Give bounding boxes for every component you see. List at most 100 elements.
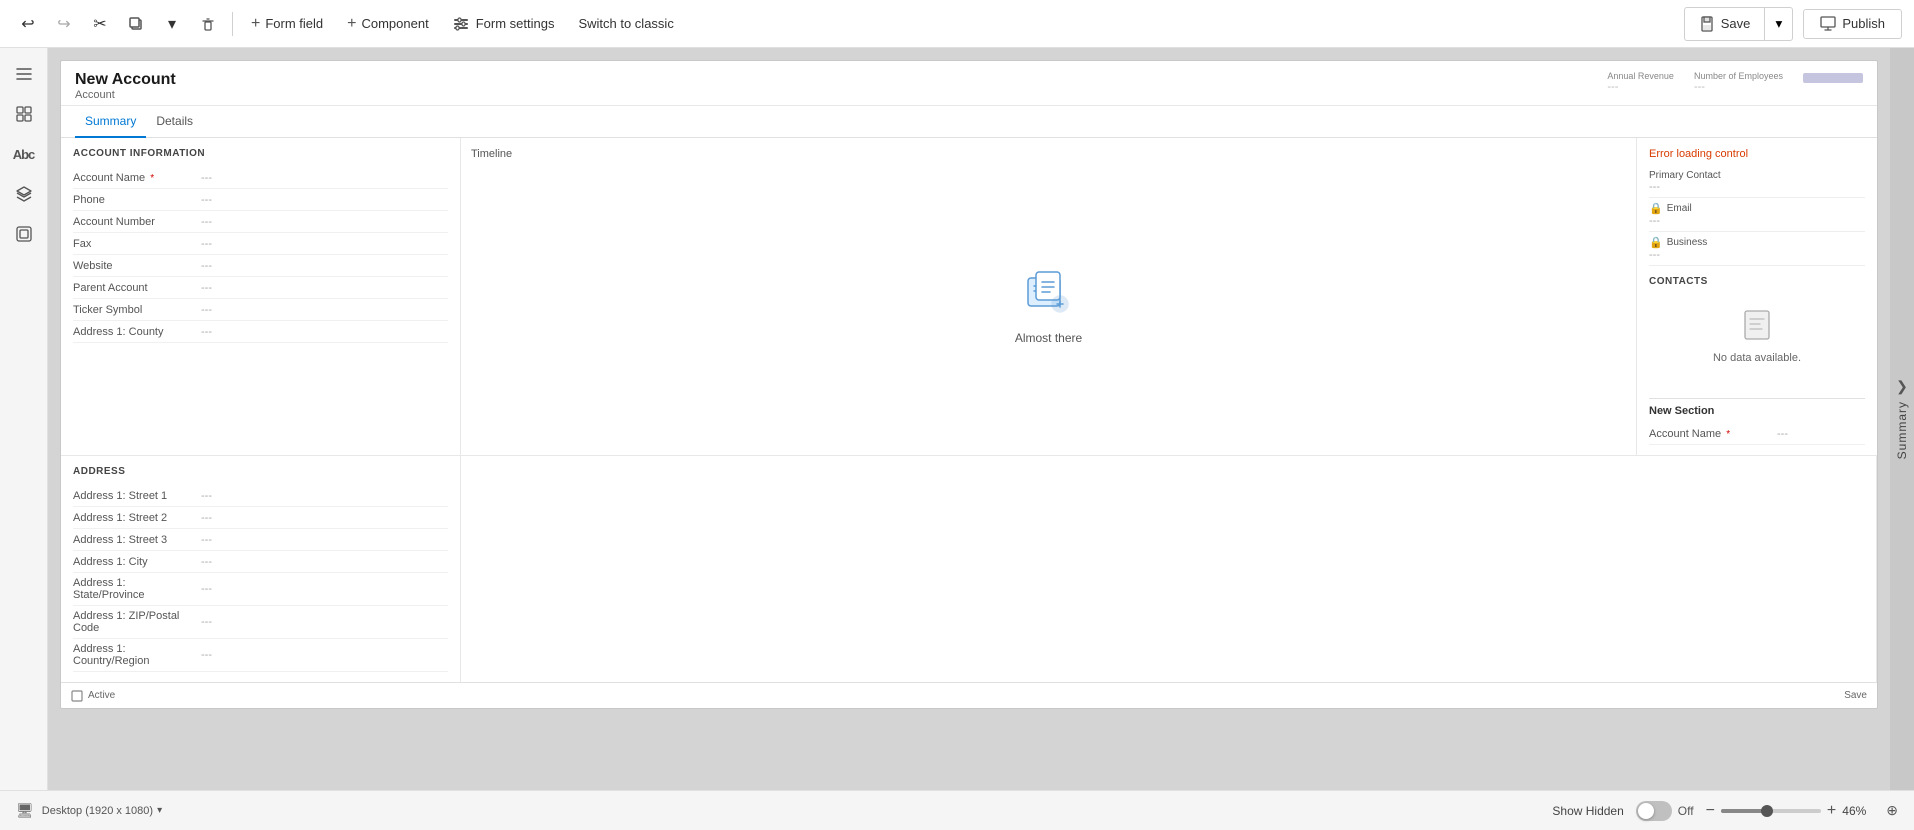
email-label: 🔒 Email xyxy=(1649,202,1865,215)
undo-button[interactable]: ↩ xyxy=(12,8,44,40)
sidebar-icon-components[interactable] xyxy=(6,216,42,252)
delete-button[interactable] xyxy=(192,8,224,40)
zoom-plus-button[interactable]: + xyxy=(1827,802,1836,820)
zoom-minus-button[interactable]: − xyxy=(1706,802,1715,820)
show-hidden-label: Show Hidden xyxy=(1552,804,1623,818)
meta-employees: Number of Employees --- xyxy=(1694,71,1783,93)
form-title: New Account xyxy=(75,71,176,89)
device-select[interactable]: Desktop (1920 x 1080) ▾ xyxy=(42,805,162,817)
new-section-account-name-label: Account Name * xyxy=(1649,428,1769,440)
field-row-county: Address 1: County --- xyxy=(73,321,448,343)
toggle-knob xyxy=(1638,803,1654,819)
address-right-placeholder xyxy=(461,456,1877,682)
meta-blurred xyxy=(1803,73,1863,83)
business-row: 🔒 Business --- xyxy=(1649,232,1865,266)
left-sidebar: Abc xyxy=(0,48,48,790)
toggle-off-label: Off xyxy=(1678,804,1694,818)
tab-summary[interactable]: Summary xyxy=(75,106,146,138)
form-tabs: Summary Details xyxy=(61,106,1877,138)
field-row-phone: Phone --- xyxy=(73,189,448,211)
form-preview: New Account Account Annual Revenue --- N… xyxy=(60,60,1878,709)
field-row-parent-account: Parent Account --- xyxy=(73,277,448,299)
copy-button[interactable] xyxy=(120,8,152,40)
toolbar: ↩ ↪ ✂ ▾ + Form field + Component Form se… xyxy=(0,0,1914,48)
form-body: ACCOUNT INFORMATION Account Name * --- P… xyxy=(61,138,1877,708)
form-field-button[interactable]: + Form field xyxy=(241,9,333,39)
copy-dropdown-button[interactable]: ▾ xyxy=(156,8,188,40)
timeline-icon xyxy=(1024,268,1072,325)
contacts-empty: No data available. xyxy=(1649,293,1865,380)
address-title: ADDRESS xyxy=(73,466,448,477)
zoom-slider-thumb xyxy=(1761,805,1773,817)
email-row: 🔒 Email --- xyxy=(1649,198,1865,232)
component-button[interactable]: + Component xyxy=(337,9,439,39)
switch-classic-button[interactable]: Switch to classic xyxy=(568,10,683,37)
field-row-city: Address 1: City --- xyxy=(73,551,448,573)
right-section: Error loading control Primary Contact --… xyxy=(1637,138,1877,455)
form-subtitle: Account xyxy=(75,89,176,101)
status-left: 🖥 Desktop (1920 x 1080) ▾ xyxy=(16,802,162,819)
form-header: New Account Account Annual Revenue --- N… xyxy=(61,61,1877,106)
business-label: 🔒 Business xyxy=(1649,236,1865,249)
contacts-empty-icon xyxy=(1743,309,1771,348)
field-row-street2: Address 1: Street 2 --- xyxy=(73,507,448,529)
field-row-zip: Address 1: ZIP/Postal Code --- xyxy=(73,606,448,639)
email-icon: 🔒 xyxy=(1649,202,1663,215)
save-button[interactable]: Save xyxy=(1685,10,1765,38)
field-row-street3: Address 1: Street 3 --- xyxy=(73,529,448,551)
toggle-container: Off xyxy=(1636,801,1694,821)
sidebar-icon-dashboard[interactable] xyxy=(6,96,42,132)
field-row-website: Website --- xyxy=(73,255,448,277)
sidebar-icon-menu[interactable] xyxy=(6,56,42,92)
field-row-ticker: Ticker Symbol --- xyxy=(73,299,448,321)
primary-contact-subsection: Primary Contact --- 🔒 Email --- xyxy=(1649,166,1865,266)
business-icon: 🔒 xyxy=(1649,236,1663,249)
address-section: ADDRESS Address 1: Street 1 --- Address … xyxy=(61,456,461,682)
cut-button[interactable]: ✂ xyxy=(84,8,116,40)
meta-annual-revenue: Annual Revenue --- xyxy=(1607,71,1674,93)
zoom-percent-label: 46% xyxy=(1842,804,1874,818)
form-bottom-row: ADDRESS Address 1: Street 1 --- Address … xyxy=(61,456,1877,682)
field-row-account-number: Account Number --- xyxy=(73,211,448,233)
form-top-row: ACCOUNT INFORMATION Account Name * --- P… xyxy=(61,138,1877,456)
form-header-meta: Annual Revenue --- Number of Employees -… xyxy=(1607,71,1863,93)
divider-1 xyxy=(232,12,233,36)
form-save-indicator: Save xyxy=(1844,690,1867,701)
tab-details[interactable]: Details xyxy=(146,106,203,138)
sidebar-icon-text[interactable]: Abc xyxy=(6,136,42,172)
status-bar: 🖥 Desktop (1920 x 1080) ▾ Show Hidden Of… xyxy=(0,790,1914,830)
account-info-section: ACCOUNT INFORMATION Account Name * --- P… xyxy=(61,138,461,455)
target-icon[interactable]: ⊕ xyxy=(1886,802,1898,819)
field-row-fax: Fax --- xyxy=(73,233,448,255)
right-panel-label: Summary xyxy=(1895,401,1909,459)
redo-button[interactable]: ↪ xyxy=(48,8,80,40)
timeline-header: Timeline xyxy=(471,148,1626,168)
right-panel[interactable]: ❯ Summary xyxy=(1890,48,1914,790)
primary-contact-row: Primary Contact --- xyxy=(1649,166,1865,198)
status-right: Show Hidden Off − + 46% ⊕ xyxy=(1552,801,1898,821)
right-panel-chevron: ❯ xyxy=(1896,378,1908,395)
form-settings-button[interactable]: Form settings xyxy=(443,10,565,38)
field-label-account-name: Account Name * xyxy=(73,172,193,184)
field-row-country: Address 1: Country/Region --- xyxy=(73,639,448,672)
new-section-account-name: Account Name * --- xyxy=(1649,423,1865,445)
form-status: Active xyxy=(71,690,115,702)
almost-there-text: Almost there xyxy=(1015,331,1082,345)
field-row-street1: Address 1: Street 1 --- xyxy=(73,485,448,507)
save-group: Save ▾ xyxy=(1684,7,1794,41)
error-loading: Error loading control xyxy=(1649,148,1865,160)
device-chevron-icon: ▾ xyxy=(157,805,162,816)
sidebar-icon-layers[interactable] xyxy=(6,176,42,212)
timeline-section: Timeline xyxy=(461,138,1637,455)
main-area: Abc New Account Account Annual Revenue xyxy=(0,48,1914,790)
primary-contact-label: Primary Contact xyxy=(1649,170,1865,181)
new-section: New Section Account Name * --- xyxy=(1649,398,1865,445)
zoom-controls: − + 46% xyxy=(1706,802,1875,820)
primary-contact-value: --- xyxy=(1649,181,1865,193)
form-footer: Active Save xyxy=(61,682,1877,708)
save-dropdown-button[interactable]: ▾ xyxy=(1764,8,1792,40)
publish-button[interactable]: Publish xyxy=(1803,9,1902,39)
show-hidden-toggle[interactable] xyxy=(1636,801,1672,821)
device-icon: 🖥 xyxy=(16,802,34,819)
zoom-slider[interactable] xyxy=(1721,809,1821,813)
